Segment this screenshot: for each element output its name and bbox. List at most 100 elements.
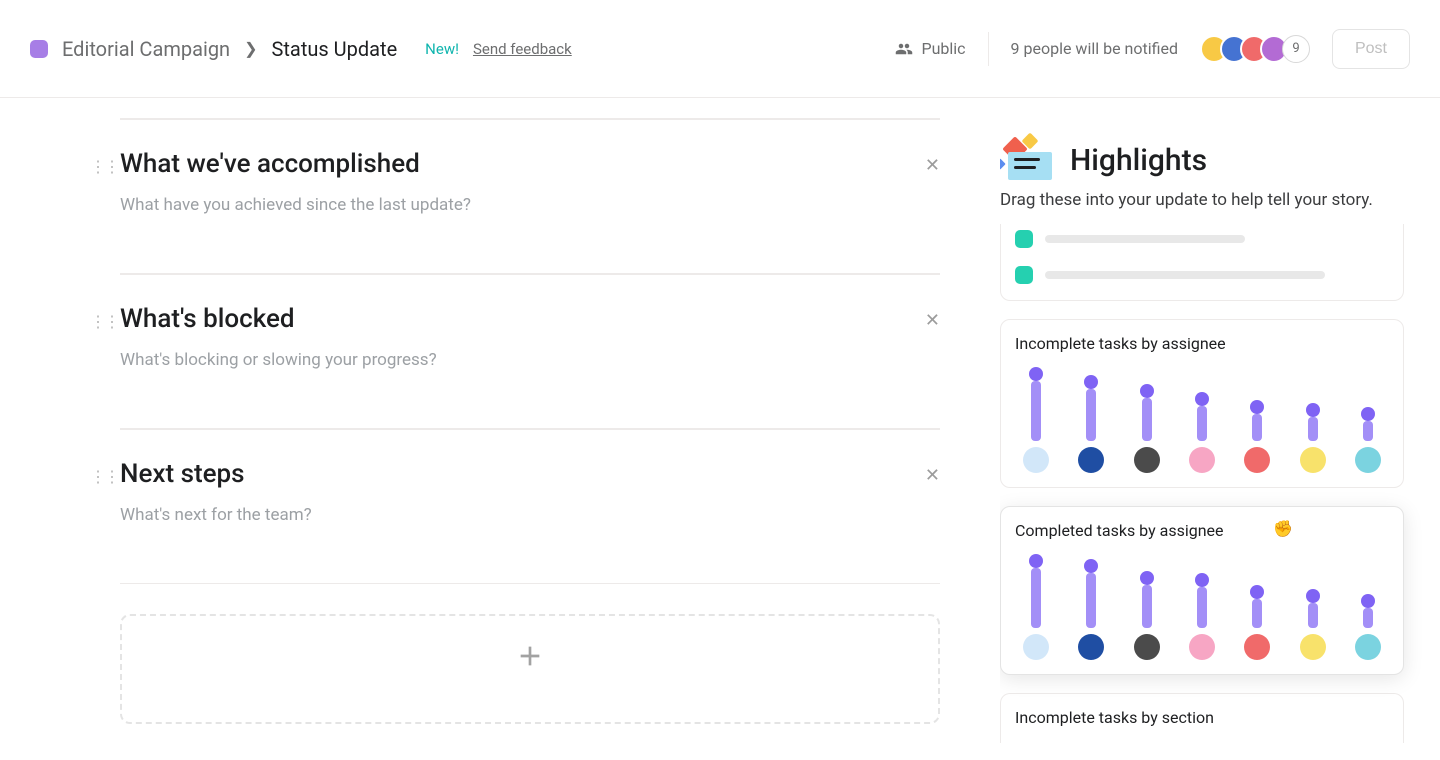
header-tags: New! Send feedback [425, 40, 572, 58]
highlight-card-title: Incomplete tasks by section [1015, 708, 1389, 727]
bar-stick [1252, 599, 1262, 628]
chart-bar [1187, 355, 1217, 473]
divider [120, 583, 940, 584]
chart-bar [1076, 542, 1106, 660]
section-placeholder[interactable]: What's blocking or slowing your progress… [120, 350, 896, 370]
project-color-chip [30, 40, 48, 58]
avatar [1355, 447, 1381, 473]
task-chip-icon [1015, 266, 1033, 284]
bar-stick [1197, 406, 1207, 441]
avatar [1355, 634, 1381, 660]
bar-dot-icon [1361, 594, 1375, 608]
avatar [1244, 634, 1270, 660]
drag-handle-icon[interactable]: ⋮⋮ [90, 467, 118, 486]
bar-stick [1308, 417, 1318, 441]
remove-section-button[interactable]: ✕ [925, 155, 940, 176]
bar-dot-icon [1361, 407, 1375, 421]
bar-dot-icon [1195, 392, 1209, 406]
section-next-steps: ⋮⋮ ✕ Next steps What's next for the team… [120, 429, 940, 577]
section-placeholder[interactable]: What have you achieved since the last up… [120, 195, 896, 215]
bar-stick [1031, 381, 1041, 441]
chart-bar [1132, 355, 1162, 473]
send-feedback-link[interactable]: Send feedback [473, 40, 572, 58]
chart-bar [1021, 542, 1051, 660]
bar-dot-icon [1140, 384, 1154, 398]
avatar [1023, 634, 1049, 660]
bar-dot-icon [1306, 403, 1320, 417]
bar-stick [1086, 573, 1096, 628]
people-icon [895, 40, 913, 58]
avatar [1244, 447, 1270, 473]
breadcrumb: Editorial Campaign ❯ Status Update [30, 37, 397, 61]
placeholder-line [1045, 235, 1245, 243]
avatar [1189, 447, 1215, 473]
bar-dot-icon [1306, 589, 1320, 603]
bar-dot-icon [1084, 559, 1098, 573]
highlights-title: Highlights [1070, 143, 1207, 178]
highlights-icon [1000, 138, 1052, 182]
highlight-card-completed-assignee[interactable]: Completed tasks by assignee ✊ [1000, 506, 1404, 675]
bar-stick [1197, 587, 1207, 628]
section-blocked: ⋮⋮ ✕ What's blocked What's blocking or s… [120, 274, 940, 422]
chart-bar [1242, 355, 1272, 473]
bar-dot-icon [1029, 367, 1043, 381]
notify-avatar-stack[interactable]: 9 [1200, 35, 1310, 63]
header-bar: Editorial Campaign ❯ Status Update New! … [0, 0, 1440, 98]
remove-section-button[interactable]: ✕ [925, 465, 940, 486]
add-section-button[interactable] [120, 614, 940, 724]
post-button[interactable]: Post [1332, 29, 1410, 69]
highlight-card-incomplete-assignee[interactable]: Incomplete tasks by assignee [1000, 319, 1404, 488]
highlight-card-title: Incomplete tasks by assignee [1015, 334, 1389, 353]
avatar [1078, 447, 1104, 473]
status-editor: ⋮⋮ ✕ What we've accomplished What have y… [0, 98, 1000, 760]
avatar [1300, 447, 1326, 473]
section-title[interactable]: What's blocked [120, 304, 896, 334]
bar-dot-icon [1250, 400, 1264, 414]
section-title[interactable]: What we've accomplished [120, 149, 896, 179]
chart-bar [1242, 542, 1272, 660]
avatar [1078, 634, 1104, 660]
section-title[interactable]: Next steps [120, 459, 896, 489]
task-chip-icon [1015, 230, 1033, 248]
highlight-card-incomplete-section[interactable]: Incomplete tasks by section [1000, 693, 1404, 743]
visibility-label: Public [921, 39, 965, 58]
new-tag: New! [425, 40, 459, 58]
bar-dot-icon [1140, 571, 1154, 585]
remove-section-button[interactable]: ✕ [925, 310, 940, 331]
mini-bar-chart [1015, 552, 1389, 660]
chart-bar [1021, 355, 1051, 473]
bar-stick [1031, 568, 1041, 628]
bar-dot-icon [1250, 585, 1264, 599]
bar-stick [1308, 603, 1318, 628]
divider [988, 32, 989, 66]
visibility-toggle[interactable]: Public [895, 39, 965, 58]
grab-cursor-icon: ✊ [1273, 519, 1293, 538]
drag-handle-icon[interactable]: ⋮⋮ [90, 312, 118, 331]
bar-stick [1142, 398, 1152, 441]
chart-bar [1076, 355, 1106, 473]
highlight-card-placeholder[interactable] [1000, 224, 1404, 301]
avatar [1189, 634, 1215, 660]
bar-dot-icon [1084, 375, 1098, 389]
chart-bar [1298, 542, 1328, 660]
highlights-panel: Highlights Drag these into your update t… [1000, 98, 1440, 760]
bar-dot-icon [1029, 554, 1043, 568]
chart-bar [1187, 542, 1217, 660]
drag-handle-icon[interactable]: ⋮⋮ [90, 157, 118, 176]
bar-stick [1363, 421, 1373, 441]
plus-icon [514, 640, 546, 672]
avatar [1023, 447, 1049, 473]
chart-bar [1132, 542, 1162, 660]
chevron-right-icon: ❯ [244, 39, 257, 58]
avatar [1134, 447, 1160, 473]
bar-stick [1252, 414, 1262, 441]
chart-bar [1353, 355, 1383, 473]
bar-stick [1363, 608, 1373, 628]
avatar [1300, 634, 1326, 660]
breadcrumb-project[interactable]: Editorial Campaign [62, 37, 230, 61]
avatar-more-count[interactable]: 9 [1282, 35, 1310, 63]
highlights-subtitle: Drag these into your update to help tell… [1000, 190, 1404, 210]
avatar [1134, 634, 1160, 660]
section-placeholder[interactable]: What's next for the team? [120, 505, 896, 525]
bar-stick [1086, 389, 1096, 441]
